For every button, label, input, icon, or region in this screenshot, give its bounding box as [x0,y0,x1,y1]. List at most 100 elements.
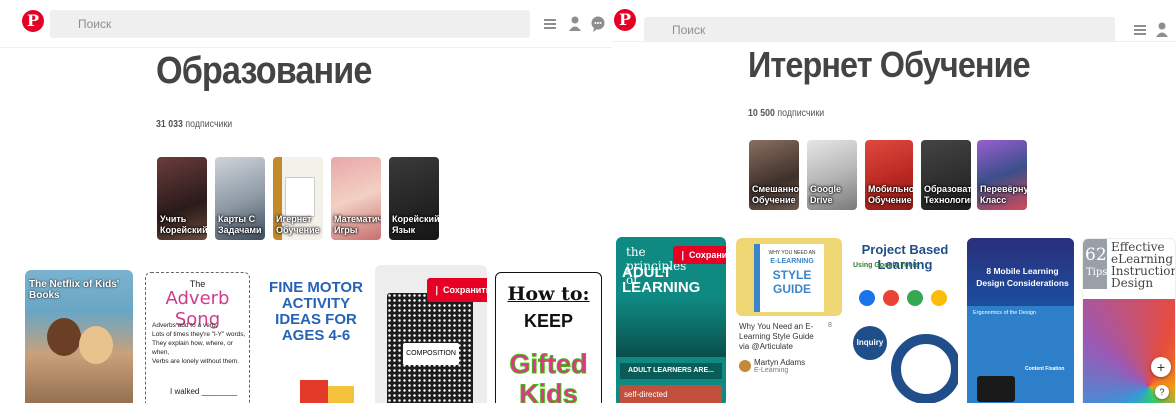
section-label: Перевёрнут... Класс [980,184,1027,205]
right-pinterest-window: P Итернет Обучение 10 500 подписчики Сме… [612,0,1176,403]
section-flipped-class[interactable]: Перевёрнут... Класс [977,140,1027,210]
pin-book-line: WHY YOU NEED AN [768,250,816,256]
pin-title-bottom: Gifted Kids [509,349,588,403]
pin-title: FINE MOTOR ACTIVITY IDEAS FOR AGES 4-6 [269,279,363,344]
pin-lyric-line: Adverbs add to a verb, [152,322,218,329]
save-label: Сохранить [443,285,487,295]
profile-icon[interactable] [1152,20,1172,40]
pin-gifted-kids[interactable]: How to: KEEP Gifted Kids [495,272,602,403]
section-label: Образоват... Технологии [924,184,971,205]
menu-icon[interactable] [1130,20,1150,40]
pin-block-image [328,386,354,403]
pin-lyric-line: Lots of times they're "l-Y" words, [152,331,246,338]
section-blended-learning[interactable]: Смешанное Обучение [749,140,799,210]
pin-dot [883,290,899,306]
pin-adult-learning[interactable]: the principles of ADULT LEARNING ADULT L… [616,237,726,403]
section-learn-korean[interactable]: Учить Корейский [157,157,207,240]
section-label: Мобильное Обучение [868,184,913,205]
followers-label: подписчики [777,108,825,119]
section-label: Математич... Игры [334,214,381,235]
followers-number: 31 033 [156,119,183,130]
pin-device-image [977,376,1015,402]
avatar[interactable] [739,360,751,372]
section-math-games[interactable]: Математич... Игры [331,157,381,240]
pin-number: 62 [1085,245,1107,265]
pin-book-line: E-LEARNING [770,258,814,265]
section-label: Смешанное Обучение [752,184,799,205]
pin-child-image [47,318,81,356]
followers-count[interactable]: 31 033 подписчики [156,119,232,130]
pin-cover-label: COMPOSITION [403,343,459,365]
pin-subtitle: Ergonomics of the Design [973,310,1036,316]
help-button[interactable]: ? [1155,385,1169,399]
section-label: Google Drive [810,184,841,205]
section-task-cards[interactable]: Карты С Задачами [215,157,265,240]
pin-adverb-song[interactable]: The Adverb Song Adverbs add to a verb, L… [145,272,250,403]
pinner-name[interactable]: Martyn Adams [754,358,805,367]
pin-62-tips[interactable]: 62 Tips Effective eLearning Instructiona… [1082,238,1176,403]
pin-title: Effective eLearning Instructional Design [1111,240,1175,290]
pin-silhouette-image [616,297,726,357]
pin-title: 8 Mobile Learning Design Considerations [976,266,1069,288]
pin-book-image: WHY YOU NEED AN E-LEARNING STYLE GUIDE [754,244,824,312]
left-pinterest-window: P Образование 31 033 подписчики Учить Ко… [0,0,612,403]
followers-count[interactable]: 10 500 подписчики [748,108,824,119]
section-google-drive[interactable]: Google Drive [807,140,857,210]
top-bar: P [0,0,612,48]
pin-description: Why You Need an E-Learning Style Guide v… [739,322,814,351]
section-korean-language[interactable]: Корейский Язык [389,157,439,240]
pin-subtitle: Using Google Tools [853,262,919,269]
pin-footer: ADULT LEARNERS ARE... [620,363,722,379]
pinterest-logo[interactable]: P [22,10,44,32]
messages-icon[interactable] [588,14,608,34]
pin-style-guide[interactable]: WHY YOU NEED AN E-LEARNING STYLE GUIDE [736,238,842,316]
add-button[interactable]: + [1151,357,1171,377]
section-edtech[interactable]: Образоват... Технологии [921,140,971,210]
followers-label: подписчики [185,119,233,130]
pin-title: ADULT LEARNING [622,264,701,296]
menu-icon[interactable] [540,14,560,34]
pin-title: The Netflix of Kids' Books [29,279,120,301]
pin-content-label: Content Fixation [1025,366,1065,372]
section-mobile-learning[interactable]: Мобильное Обучение [865,140,913,210]
pin-bubble: Inquiry [853,326,887,360]
pin-dot [907,290,923,306]
pin-icon: ❘ [433,285,444,295]
section-label: Игернет Обучение [276,214,320,235]
section-thumb-card [285,177,315,217]
pin-mobile-learning[interactable]: 8 Mobile Learning Design Considerations … [967,238,1074,403]
board-title: Образование [156,50,372,92]
pinner-board[interactable]: E-Learning [754,367,788,374]
search-input[interactable] [50,10,530,38]
pin-title-top: How to: [507,283,590,305]
pin-fine-motor[interactable]: FINE MOTOR ACTIVITY IDEAS FOR AGES 4-6 [260,272,368,403]
pin-project-based-learning[interactable]: Project Based Learning Using Google Tool… [851,238,958,403]
pin-lyric-line: Verbs are lonely without them. [152,358,240,365]
pin-dot [931,290,947,306]
pin-title-mid: KEEP [523,311,574,331]
pin-block-image [300,380,328,403]
save-button[interactable]: ❘ Сохранить [673,246,726,264]
profile-icon[interactable] [565,14,585,34]
save-button[interactable]: ❘ Сохранить [427,278,487,302]
pin-dot [859,290,875,306]
pin-netflix-kids-books[interactable]: The Netflix of Kids' Books [25,270,133,403]
followers-number: 10 500 [748,108,775,119]
pin-number-sub: Tips [1086,267,1108,278]
pin-composition-notebook[interactable]: COMPOSITION ❘ Сохранить [375,265,487,403]
pin-icon: ❘ [679,250,690,260]
top-bar: P [612,0,1176,42]
pin-footer: I walked ________ [170,387,238,396]
pin-cycle-image [891,334,958,403]
section-label: Корейский Язык [392,214,439,235]
pin-lyrics: Adverbs add to a verb, Lots of times the… [152,321,248,366]
pin-child-image [79,326,113,364]
pin-sub: self-directed [620,385,722,403]
pin-book-line: GUIDE [772,282,811,296]
section-internet-learning[interactable]: Игернет Обучение [273,157,323,240]
section-label: Учить Корейский [160,214,207,235]
section-label: Карты С Задачами [218,214,262,235]
pinterest-logo[interactable]: P [614,9,636,31]
pin-book-line: STYLE [772,268,812,282]
search-input[interactable] [644,17,1115,42]
